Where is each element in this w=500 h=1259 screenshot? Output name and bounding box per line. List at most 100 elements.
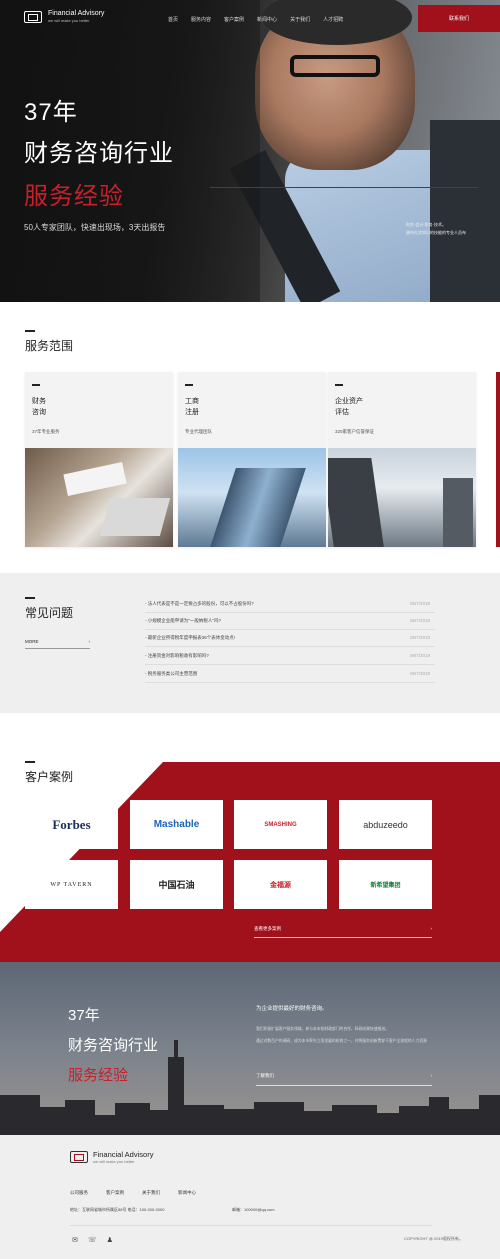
card-desc: 专业代理团队 [185, 429, 212, 434]
hero-years: 37年 [24, 99, 78, 126]
footer-social: ✉ ☏ ♟ [72, 1236, 113, 1244]
hero-image-glasses [290, 55, 380, 77]
more-cases-link[interactable]: 查看更多案例 › [254, 926, 432, 938]
nav-item-services[interactable]: 服务内容 [191, 16, 211, 23]
nav-item-cases[interactable]: 客户案例 [224, 16, 244, 23]
arrow-right-icon: › [430, 926, 433, 931]
card-title: 工商 注册 [185, 398, 199, 416]
hero-image-jacket [430, 120, 500, 302]
building-shape [429, 1097, 449, 1135]
tower-shape [200, 468, 306, 547]
nav-item-careers[interactable]: 人才招聘 [323, 16, 343, 23]
faq-date: 06/7/2019 [409, 671, 430, 676]
service-card-finance[interactable]: 财务 咨询 37年专业服务 [25, 372, 173, 547]
faq-date: 06/7/2019 [409, 601, 430, 606]
service-card-registration[interactable]: 工商 注册 专业代理团队 [178, 372, 326, 547]
cases-title: 客户案例 [25, 770, 74, 784]
nav-item-about[interactable]: 关于我们 [290, 16, 310, 23]
faq-item[interactable]: - 小规模企业能申请为"一般纳税人"吗? 06/7/2019 [145, 613, 435, 630]
section-bar [25, 330, 35, 332]
building-shape [304, 1111, 332, 1135]
faq-more-link[interactable]: MORE › [25, 639, 90, 649]
mail-icon[interactable]: ✉ [72, 1236, 78, 1244]
more-cases-label: 查看更多案例 [254, 926, 281, 931]
more-label: MORE [25, 639, 39, 644]
city-headline: 财务咨询行业 [68, 1037, 159, 1054]
logo-icon [24, 10, 42, 23]
hero-divider [210, 187, 478, 188]
footer-address: 地址：互联网省城市所属区88号 电话：100-000-0000 [70, 1207, 165, 1212]
card-title: 企业资产 评估 [335, 398, 363, 416]
hero-headline: 财务咨询行业 [24, 140, 174, 167]
section-bar [25, 761, 35, 763]
service-card-assets[interactable]: 企业资产 评估 320家客户信誉保证 [328, 372, 476, 547]
hero-highlight: 服务经验 [24, 183, 124, 210]
footer-logo-tagline: we will make you better [93, 1159, 135, 1164]
faq-item[interactable]: - 最新企业所得税年度申报表36个表体变动点! 06/7/2019 [145, 630, 435, 647]
main-nav: 首页 服务内容 客户案例 新闻中心 关于我们 人才招聘 [168, 16, 343, 23]
client-logo-wptavern[interactable]: WP TAVERN [25, 860, 118, 909]
card-desc: 320家客户信誉保证 [335, 429, 375, 434]
card-bar [32, 384, 40, 386]
footer-copyright: COPYRIGHT @ 2019版权所有。 [404, 1236, 463, 1241]
phone-icon[interactable]: ☏ [88, 1236, 97, 1244]
client-logo-newhope[interactable]: 新希望集团 [339, 860, 432, 909]
faq-date: 06/7/2019 [409, 635, 430, 640]
faq-item[interactable]: - 注册资金对影响税收有影响吗? 06/7/2019 [145, 648, 435, 665]
building-spire [174, 1040, 178, 1135]
building-shape [0, 1095, 40, 1135]
services-title: 服务范围 [25, 339, 74, 353]
card-image-skyscrapers [328, 448, 476, 547]
city-paragraph-1: 我们积极扩展客户服务领域，参与本市各财政部门的合作，科研成果快速推进。 [256, 1027, 389, 1031]
nav-item-home[interactable]: 首页 [168, 16, 178, 23]
building-shape [150, 1110, 168, 1135]
logo-icon [70, 1151, 88, 1163]
footer-nav-cases[interactable]: 客户案例 [106, 1190, 124, 1196]
faq-item[interactable]: - 税务服务类公司主营范围 06/7/2019 [145, 666, 435, 683]
faq-item[interactable]: - 法人代表是不是一定要占多的股份，可以不占股份吗? 06/7/2019 [145, 596, 435, 613]
tower-shape [443, 478, 473, 547]
footer-nav: 公司服务 客户案例 关于我们 新闻中心 [70, 1190, 196, 1196]
arrow-right-icon: › [430, 1073, 433, 1078]
building-shape [224, 1109, 254, 1135]
building-shape [65, 1100, 95, 1135]
carousel-edge[interactable] [496, 372, 500, 547]
city-paragraph: 我们积极扩展客户服务领域，参与本市各财政部门的合作，科研成果快速推进。 通过对数… [256, 1025, 436, 1045]
building-shape [332, 1105, 377, 1135]
section-bar [25, 597, 35, 599]
city-highlight: 服务经验 [68, 1067, 129, 1084]
footer-logo[interactable]: Financial Advisory we will make you bett… [70, 1150, 153, 1164]
card-image-office [25, 448, 173, 547]
paper-shape [63, 462, 127, 496]
city-heading: 为企业提供最好的财务咨询。 [256, 1006, 328, 1012]
building-shape [377, 1113, 399, 1135]
card-desc: 37年专业服务 [32, 429, 60, 434]
arrow-right-icon: › [88, 639, 91, 644]
building-shape [95, 1115, 115, 1135]
client-logo-forbes[interactable]: Forbes [25, 800, 118, 849]
city-years: 37年 [68, 1007, 100, 1024]
faq-title: 常见问题 [25, 606, 74, 620]
building-shape [449, 1109, 479, 1135]
faq-question: - 最新企业所得税年度申报表36个表体变动点! [145, 635, 236, 640]
footer-nav-news[interactable]: 新闻中心 [178, 1190, 196, 1196]
footer-email: 邮箱：100000@qq.com [232, 1207, 275, 1212]
city-paragraph-2: 通过对数百户的调研，成为本市率先立项发展的机构之一，并将服务创新贯穿于客户全流程… [256, 1039, 427, 1043]
client-logo-smashing[interactable]: SMASHING [234, 800, 327, 849]
client-logo-petrochina[interactable]: 中国石油 [130, 860, 223, 909]
user-icon[interactable]: ♟ [107, 1236, 113, 1244]
footer-nav-services[interactable]: 公司服务 [70, 1190, 88, 1196]
laptop-shape [99, 498, 171, 536]
building-shape [184, 1105, 224, 1135]
client-logo-mashable[interactable]: Mashable [130, 800, 223, 849]
faq-date: 06/7/2019 [409, 618, 430, 623]
footer-divider [70, 1225, 432, 1226]
footer-nav-about[interactable]: 关于我们 [142, 1190, 160, 1196]
about-us-link[interactable]: 了解我们 › [256, 1073, 432, 1086]
client-logo-abduzeedo[interactable]: abduzeedo [339, 800, 432, 849]
client-logo-jinfuyuan[interactable]: 金福源 [234, 860, 327, 909]
site-logo[interactable]: Financial Advisory we will make you bett… [24, 10, 104, 23]
contact-button[interactable]: 联系我们 [418, 5, 500, 32]
about-us-label: 了解我们 [256, 1073, 274, 1078]
nav-item-news[interactable]: 新闻中心 [257, 16, 277, 23]
